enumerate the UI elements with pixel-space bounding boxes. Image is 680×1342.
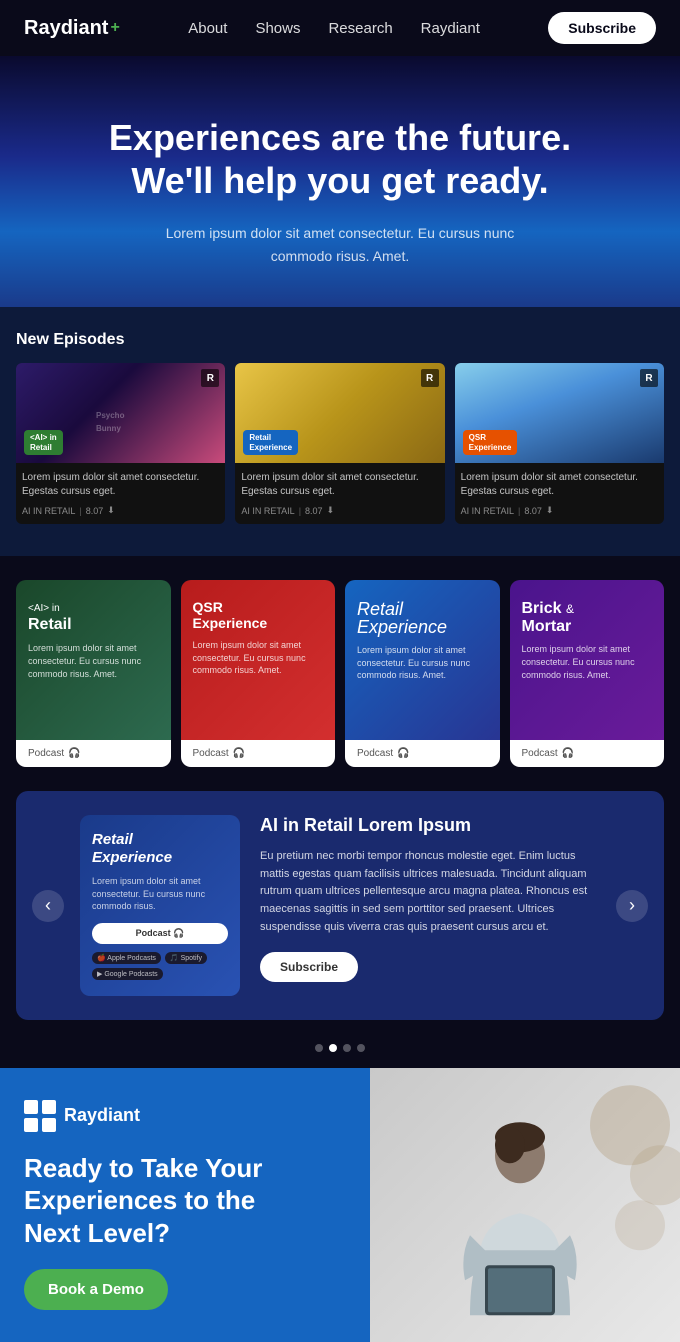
carousel-content-title: AI in Retail Lorem Ipsum <box>260 815 600 836</box>
nav-link-research[interactable]: Research <box>328 20 392 37</box>
hero-section: Experiences are the future. We'll help y… <box>0 56 680 307</box>
show-card-qsr[interactable]: QSRExperience Lorem ipsum dolor sit amet… <box>181 580 336 767</box>
nav-link-raydiant[interactable]: Raydiant <box>421 20 480 37</box>
show-card-ai-retail[interactable]: <AI> in Retail Lorem ipsum dolor sit ame… <box>16 580 171 767</box>
episode-rating-1: R <box>201 369 219 387</box>
episode-info-2: Lorem ipsum dolor sit amet consectetur. … <box>235 463 444 524</box>
show-desc-2: Lorem ipsum dolor sit amet consectetur. … <box>193 639 324 724</box>
navbar: Raydiant+ About Shows Research Raydiant … <box>0 0 680 56</box>
show-card-retail-exp[interactable]: RetailExperience Lorem ipsum dolor sit a… <box>345 580 500 767</box>
carousel-section: ‹ RetailExperience Lorem ipsum dolor sit… <box>16 791 664 1020</box>
episode-thumb-2: RetailExperience R <box>235 363 444 463</box>
hero-title: Experiences are the future. We'll help y… <box>24 116 656 202</box>
cta-left: Raydiant Ready to Take Your Experiences … <box>0 1068 370 1342</box>
show-desc-3: Lorem ipsum dolor sit amet consectetur. … <box>357 644 488 724</box>
show-desc-4: Lorem ipsum dolor sit amet consectetur. … <box>522 643 653 724</box>
shows-grid: <AI> in Retail Lorem ipsum dolor sit ame… <box>16 580 664 767</box>
episode-desc-3: Lorem ipsum dolor sit amet consectetur. … <box>461 471 658 499</box>
platform-apple: 🍎 Apple Podcasts <box>92 952 161 964</box>
episode-thumb-3: QSRExperience R <box>455 363 664 463</box>
episodes-grid: Psycho Bunny <AI> inRetail R Lorem ipsum… <box>16 363 664 524</box>
svg-text:Bunny: Bunny <box>96 424 121 433</box>
show-title-2: QSRExperience <box>193 600 324 631</box>
show-card-brick-mortar[interactable]: Brick &Mortar Lorem ipsum dolor sit amet… <box>510 580 665 767</box>
carousel-prev-button[interactable]: ‹ <box>32 890 64 922</box>
episode-meta-3: AI IN RETAIL | 8.07 ⬇ <box>461 505 658 516</box>
episode-badge-3: QSRExperience <box>463 430 518 455</box>
show-card-top-3: RetailExperience Lorem ipsum dolor sit a… <box>345 580 500 740</box>
logo[interactable]: Raydiant+ <box>24 17 120 40</box>
carousel-podcast-title: RetailExperience <box>92 831 228 867</box>
episode-badge-2: RetailExperience <box>243 430 298 455</box>
show-card-bottom-3: Podcast 🎧 <box>345 740 500 767</box>
episode-thumb-1: Psycho Bunny <AI> inRetail R <box>16 363 225 463</box>
show-card-bottom-1: Podcast 🎧 <box>16 740 171 767</box>
episode-meta-2: AI IN RETAIL | 8.07 ⬇ <box>241 505 438 516</box>
show-title-1: <AI> in Retail <box>28 600 159 634</box>
carousel-dots <box>0 1044 680 1052</box>
show-card-top-4: Brick &Mortar Lorem ipsum dolor sit amet… <box>510 580 665 740</box>
nav-link-shows[interactable]: Shows <box>255 20 300 37</box>
carousel-next-button[interactable]: › <box>616 890 648 922</box>
show-card-bottom-2: Podcast 🎧 <box>181 740 336 767</box>
cta-heading: Ready to Take Your Experiences to the Ne… <box>24 1152 346 1250</box>
shows-section: <AI> in Retail Lorem ipsum dolor sit ame… <box>0 556 680 791</box>
carousel-podcast-card: RetailExperience Lorem ipsum dolor sit a… <box>80 815 240 996</box>
carousel-content-text: Eu pretium nec morbi tempor rhoncus mole… <box>260 848 600 936</box>
carousel-dot-1[interactable] <box>315 1044 323 1052</box>
cta-illustration <box>370 1068 680 1342</box>
show-title-3: RetailExperience <box>357 600 488 636</box>
platform-google: ▶ Google Podcasts <box>92 968 163 980</box>
cta-section: Raydiant Ready to Take Your Experiences … <box>0 1068 680 1342</box>
show-card-bottom-4: Podcast 🎧 <box>510 740 665 767</box>
carousel-inner: RetailExperience Lorem ipsum dolor sit a… <box>80 815 600 996</box>
show-card-top-1: <AI> in Retail Lorem ipsum dolor sit ame… <box>16 580 171 740</box>
episode-card[interactable]: RetailExperience R Lorem ipsum dolor sit… <box>235 363 444 524</box>
episode-rating-3: R <box>640 369 658 387</box>
episode-rating-2: R <box>421 369 439 387</box>
episode-desc-2: Lorem ipsum dolor sit amet consectetur. … <box>241 471 438 499</box>
platform-spotify: 🎵 Spotify <box>165 952 207 964</box>
carousel-dot-2[interactable] <box>329 1044 337 1052</box>
episode-meta-1: AI IN RETAIL | 8.07 ⬇ <box>22 505 219 516</box>
show-card-top-2: QSRExperience Lorem ipsum dolor sit amet… <box>181 580 336 740</box>
show-title-4: Brick &Mortar <box>522 600 653 635</box>
carousel-dot-4[interactable] <box>357 1044 365 1052</box>
episode-info-1: Lorem ipsum dolor sit amet consectetur. … <box>16 463 225 524</box>
new-episodes-title: New Episodes <box>16 331 664 349</box>
episode-card[interactable]: QSRExperience R Lorem ipsum dolor sit am… <box>455 363 664 524</box>
cta-logo-text: Raydiant <box>64 1105 140 1126</box>
subscribe-button[interactable]: Subscribe <box>548 12 656 44</box>
episode-info-3: Lorem ipsum dolor sit amet consectetur. … <box>455 463 664 524</box>
carousel-content: AI in Retail Lorem Ipsum Eu pretium nec … <box>260 815 600 982</box>
episode-card[interactable]: Psycho Bunny <AI> inRetail R Lorem ipsum… <box>16 363 225 524</box>
raydiant-logo-icon <box>24 1100 56 1132</box>
nav-links: About Shows Research Raydiant <box>188 20 480 37</box>
cta-logo: Raydiant <box>24 1100 346 1132</box>
logo-text: Raydiant <box>24 17 108 40</box>
show-desc-1: Lorem ipsum dolor sit amet consectetur. … <box>28 642 159 724</box>
logo-plus: + <box>110 19 119 37</box>
new-episodes-section: New Episodes Psycho Bunny <AI> inRetail … <box>0 307 680 556</box>
svg-text:Psycho: Psycho <box>96 411 125 420</box>
carousel-dot-3[interactable] <box>343 1044 351 1052</box>
episode-badge-1: <AI> inRetail <box>24 430 63 455</box>
cta-right-image <box>370 1068 680 1342</box>
book-demo-button[interactable]: Book a Demo <box>24 1269 168 1310</box>
hero-subtitle: Lorem ipsum dolor sit amet consectetur. … <box>140 222 540 267</box>
episode-desc-1: Lorem ipsum dolor sit amet consectetur. … <box>22 471 219 499</box>
carousel-subscribe-button[interactable]: Subscribe <box>260 952 358 982</box>
carousel-podcast-button[interactable]: Podcast 🎧 <box>92 923 228 944</box>
nav-link-about[interactable]: About <box>188 20 227 37</box>
carousel-platforms: 🍎 Apple Podcasts 🎵 Spotify ▶ Google Podc… <box>92 952 228 980</box>
carousel-podcast-desc: Lorem ipsum dolor sit amet consectetur. … <box>92 875 228 913</box>
